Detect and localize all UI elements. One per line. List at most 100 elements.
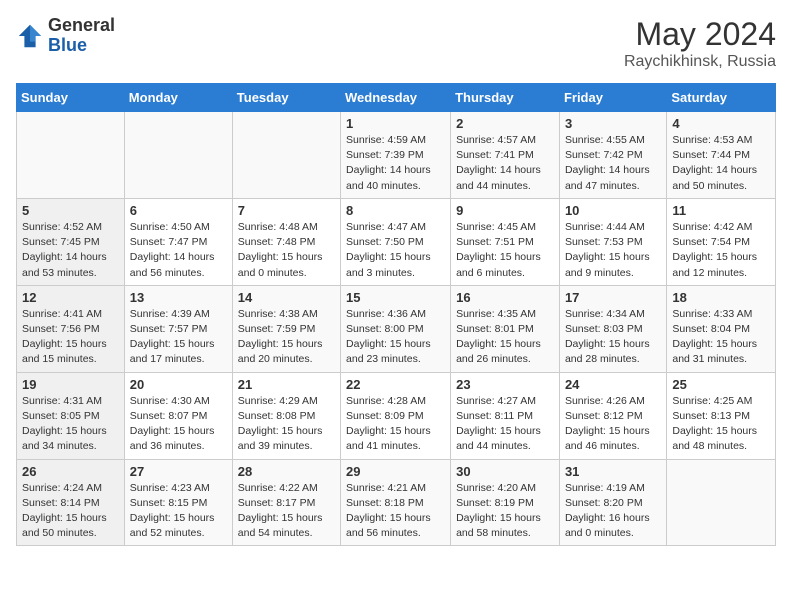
calendar-cell xyxy=(232,112,340,199)
calendar-cell: 29 Sunrise: 4:21 AMSunset: 8:18 PMDayligh… xyxy=(341,459,451,546)
day-number: 21 xyxy=(238,377,335,392)
day-info: Sunrise: 4:36 AMSunset: 8:00 PMDaylight:… xyxy=(346,307,445,368)
title-block: May 2024 Raychikhinsk, Russia xyxy=(624,16,776,71)
weekday-header-monday: Monday xyxy=(124,84,232,112)
calendar-cell: 27 Sunrise: 4:23 AMSunset: 8:15 PMDayligh… xyxy=(124,459,232,546)
calendar-cell: 6Sunrise: 4:50 AMSunset: 7:47 PMDaylight… xyxy=(124,198,232,285)
day-number: 31 xyxy=(565,464,661,479)
day-number: 25 xyxy=(672,377,770,392)
day-info: Sunrise: 4:29 AMSunset: 8:08 PMDaylight:… xyxy=(238,394,335,455)
day-info: Sunrise: 4:39 AMSunset: 7:57 PMDaylight:… xyxy=(130,307,227,368)
calendar-week-row: 19Sunrise: 4:31 AMSunset: 8:05 PMDayligh… xyxy=(17,372,776,459)
day-info: Sunrise: 4:47 AMSunset: 7:50 PMDaylight:… xyxy=(346,220,445,281)
day-info: Sunrise: 4:33 AMSunset: 8:04 PMDaylight:… xyxy=(672,307,770,368)
day-info: Sunrise: 4:25 AMSunset: 8:13 PMDaylight:… xyxy=(672,394,770,455)
day-number: 26 xyxy=(22,464,119,479)
calendar-cell: 16Sunrise: 4:35 AMSunset: 8:01 PMDayligh… xyxy=(451,285,560,372)
logo-icon xyxy=(16,22,44,50)
calendar-cell: 24Sunrise: 4:26 AMSunset: 8:12 PMDayligh… xyxy=(559,372,666,459)
day-number: 2 xyxy=(456,116,554,131)
day-number: 15 xyxy=(346,290,445,305)
day-info: Sunrise: 4:31 AMSunset: 8:05 PMDaylight:… xyxy=(22,394,119,455)
day-number: 17 xyxy=(565,290,661,305)
weekday-header-thursday: Thursday xyxy=(451,84,560,112)
day-info: Sunrise: 4:19 AMSunset: 8:20 PMDaylight:… xyxy=(565,481,661,542)
day-number: 1 xyxy=(346,116,445,131)
day-info: Sunrise: 4:57 AMSunset: 7:41 PMDaylight:… xyxy=(456,133,554,194)
calendar-cell: 25 Sunrise: 4:25 AMSunset: 8:13 PMDayligh… xyxy=(667,372,776,459)
calendar-cell xyxy=(124,112,232,199)
day-number: 22 xyxy=(346,377,445,392)
weekday-header-sunday: Sunday xyxy=(17,84,125,112)
calendar-cell: 13 Sunrise: 4:39 AMSunset: 7:57 PMDayligh… xyxy=(124,285,232,372)
day-number: 11 xyxy=(672,203,770,218)
day-number: 16 xyxy=(456,290,554,305)
weekday-header-row: SundayMondayTuesdayWednesdayThursdayFrid… xyxy=(17,84,776,112)
weekday-header-friday: Friday xyxy=(559,84,666,112)
calendar-cell: 8 Sunrise: 4:47 AMSunset: 7:50 PMDaylight… xyxy=(341,198,451,285)
calendar-cell: 2 Sunrise: 4:57 AMSunset: 7:41 PMDaylight… xyxy=(451,112,560,199)
day-info: Sunrise: 4:23 AMSunset: 8:15 PMDaylight:… xyxy=(130,481,227,542)
calendar-cell: 12 Sunrise: 4:41 AMSunset: 7:56 PMDayligh… xyxy=(17,285,125,372)
day-info: Sunrise: 4:22 AMSunset: 8:17 PMDaylight:… xyxy=(238,481,335,542)
day-info: Sunrise: 4:55 AMSunset: 7:42 PMDaylight:… xyxy=(565,133,661,194)
location: Raychikhinsk, Russia xyxy=(624,53,776,71)
day-info: Sunrise: 4:34 AMSunset: 8:03 PMDaylight:… xyxy=(565,307,661,368)
day-info: Sunrise: 4:41 AMSunset: 7:56 PMDaylight:… xyxy=(22,307,119,368)
calendar-cell: 11 Sunrise: 4:42 AMSunset: 7:54 PMDayligh… xyxy=(667,198,776,285)
page-header: General Blue May 2024 Raychikhinsk, Russ… xyxy=(16,16,776,71)
calendar-cell: 10 Sunrise: 4:44 AMSunset: 7:53 PMDayligh… xyxy=(559,198,666,285)
day-info: Sunrise: 4:24 AMSunset: 8:14 PMDaylight:… xyxy=(22,481,119,542)
calendar-cell: 15 Sunrise: 4:36 AMSunset: 8:00 PMDayligh… xyxy=(341,285,451,372)
day-number: 27 xyxy=(130,464,227,479)
calendar-cell: 26 Sunrise: 4:24 AMSunset: 8:14 PMDayligh… xyxy=(17,459,125,546)
day-info: Sunrise: 4:44 AMSunset: 7:53 PMDaylight:… xyxy=(565,220,661,281)
day-info: Sunrise: 4:27 AMSunset: 8:11 PMDaylight:… xyxy=(456,394,554,455)
day-number: 5 xyxy=(22,203,119,218)
day-info: Sunrise: 4:53 AMSunset: 7:44 PMDaylight:… xyxy=(672,133,770,194)
day-number: 8 xyxy=(346,203,445,218)
day-number: 18 xyxy=(672,290,770,305)
day-info: Sunrise: 4:59 AMSunset: 7:39 PMDaylight:… xyxy=(346,133,445,194)
day-info: Sunrise: 4:21 AMSunset: 8:18 PMDaylight:… xyxy=(346,481,445,542)
day-number: 4 xyxy=(672,116,770,131)
calendar-cell: 17 Sunrise: 4:34 AMSunset: 8:03 PMDayligh… xyxy=(559,285,666,372)
logo: General Blue xyxy=(16,16,115,56)
calendar-week-row: 26 Sunrise: 4:24 AMSunset: 8:14 PMDayligh… xyxy=(17,459,776,546)
calendar-cell xyxy=(17,112,125,199)
day-info: Sunrise: 4:30 AMSunset: 8:07 PMDaylight:… xyxy=(130,394,227,455)
weekday-header-tuesday: Tuesday xyxy=(232,84,340,112)
calendar-cell: 20 Sunrise: 4:30 AMSunset: 8:07 PMDayligh… xyxy=(124,372,232,459)
day-info: Sunrise: 4:42 AMSunset: 7:54 PMDaylight:… xyxy=(672,220,770,281)
calendar-cell: 4 Sunrise: 4:53 AMSunset: 7:44 PMDaylight… xyxy=(667,112,776,199)
day-number: 7 xyxy=(238,203,335,218)
day-number: 14 xyxy=(238,290,335,305)
day-number: 3 xyxy=(565,116,661,131)
calendar-cell: 23 Sunrise: 4:27 AMSunset: 8:11 PMDayligh… xyxy=(451,372,560,459)
weekday-header-saturday: Saturday xyxy=(667,84,776,112)
calendar-week-row: 5 Sunrise: 4:52 AMSunset: 7:45 PMDaylight… xyxy=(17,198,776,285)
day-number: 12 xyxy=(22,290,119,305)
month-title: May 2024 xyxy=(624,16,776,53)
day-number: 29 xyxy=(346,464,445,479)
day-info: Sunrise: 4:26 AMSunset: 8:12 PMDaylight:… xyxy=(565,394,661,455)
calendar-week-row: 1 Sunrise: 4:59 AMSunset: 7:39 PMDaylight… xyxy=(17,112,776,199)
calendar-table: SundayMondayTuesdayWednesdayThursdayFrid… xyxy=(16,83,776,546)
calendar-cell: 19Sunrise: 4:31 AMSunset: 8:05 PMDayligh… xyxy=(17,372,125,459)
day-info: Sunrise: 4:45 AMSunset: 7:51 PMDaylight:… xyxy=(456,220,554,281)
day-number: 30 xyxy=(456,464,554,479)
calendar-cell: 22Sunrise: 4:28 AMSunset: 8:09 PMDayligh… xyxy=(341,372,451,459)
calendar-week-row: 12 Sunrise: 4:41 AMSunset: 7:56 PMDayligh… xyxy=(17,285,776,372)
day-number: 13 xyxy=(130,290,227,305)
calendar-cell: 5 Sunrise: 4:52 AMSunset: 7:45 PMDaylight… xyxy=(17,198,125,285)
day-number: 20 xyxy=(130,377,227,392)
day-number: 28 xyxy=(238,464,335,479)
day-number: 23 xyxy=(456,377,554,392)
day-number: 10 xyxy=(565,203,661,218)
day-info: Sunrise: 4:38 AMSunset: 7:59 PMDaylight:… xyxy=(238,307,335,368)
calendar-cell: 1 Sunrise: 4:59 AMSunset: 7:39 PMDaylight… xyxy=(341,112,451,199)
logo-text: General Blue xyxy=(48,16,115,56)
calendar-cell: 28 Sunrise: 4:22 AMSunset: 8:17 PMDayligh… xyxy=(232,459,340,546)
calendar-cell: 18 Sunrise: 4:33 AMSunset: 8:04 PMDayligh… xyxy=(667,285,776,372)
day-info: Sunrise: 4:52 AMSunset: 7:45 PMDaylight:… xyxy=(22,220,119,281)
